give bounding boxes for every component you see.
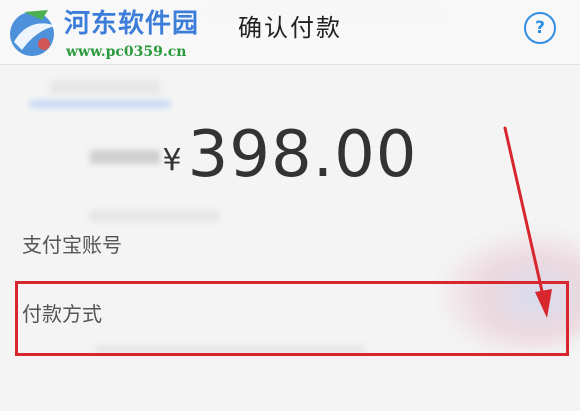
watermark-logo-icon	[10, 10, 56, 56]
watermark-title: 河东软件园	[64, 9, 200, 39]
amount-value: 398.00	[187, 118, 418, 192]
payment-method-label[interactable]: 付款方式	[22, 299, 102, 329]
currency-symbol: ¥	[162, 143, 182, 178]
help-icon[interactable]: ?	[524, 12, 556, 44]
blurred-side-shape	[440, 230, 580, 350]
site-watermark: 河东软件园 www.pc0359.cn	[4, 4, 214, 66]
alipay-account-label[interactable]: 支付宝账号	[22, 230, 122, 260]
watermark-url: www.pc0359.cn	[66, 44, 187, 60]
arrow-head	[535, 289, 552, 318]
payment-amount: ¥398.00	[0, 118, 580, 192]
